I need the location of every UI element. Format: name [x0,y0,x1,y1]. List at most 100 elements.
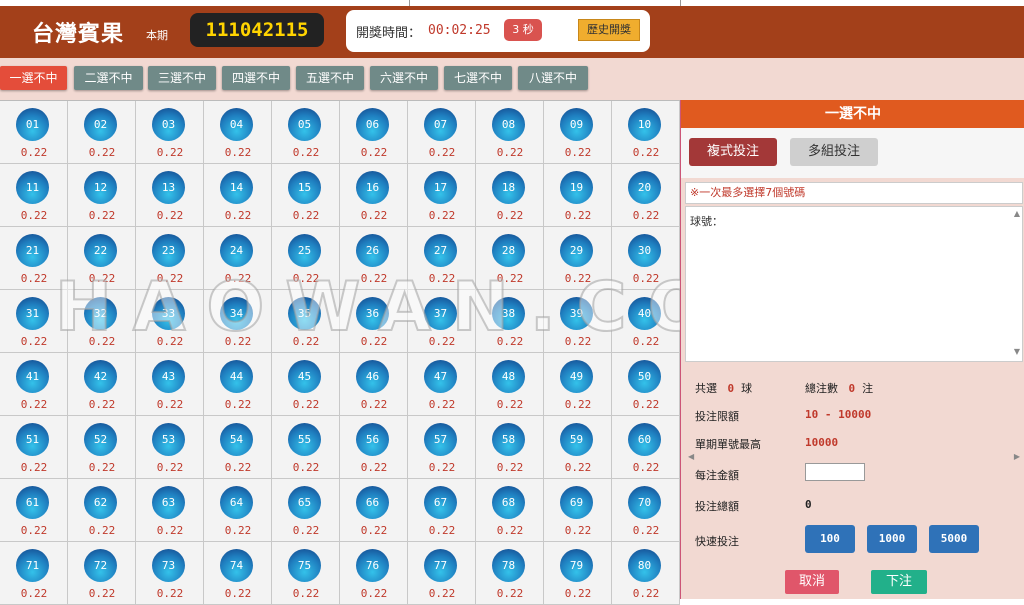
number-ball[interactable]: 54 [220,423,253,456]
number-cell[interactable]: 08 0.22 [476,101,544,164]
number-cell[interactable]: 39 0.22 [544,290,612,353]
number-cell[interactable]: 20 0.22 [612,164,680,227]
number-ball[interactable]: 50 [628,360,661,393]
number-ball[interactable]: 22 [84,234,117,267]
number-ball[interactable]: 08 [492,108,525,141]
number-cell[interactable]: 24 0.22 [204,227,272,290]
number-cell[interactable]: 07 0.22 [408,101,476,164]
number-ball[interactable]: 24 [220,234,253,267]
number-ball[interactable]: 44 [220,360,253,393]
number-cell[interactable]: 57 0.22 [408,416,476,479]
number-cell[interactable]: 19 0.22 [544,164,612,227]
number-cell[interactable]: 60 0.22 [612,416,680,479]
number-cell[interactable]: 69 0.22 [544,479,612,542]
number-ball[interactable]: 48 [492,360,525,393]
number-ball[interactable]: 78 [492,549,525,582]
number-cell[interactable]: 12 0.22 [68,164,136,227]
number-ball[interactable]: 64 [220,486,253,519]
number-ball[interactable]: 33 [152,297,185,330]
number-cell[interactable]: 32 0.22 [68,290,136,353]
number-ball[interactable]: 75 [288,549,321,582]
number-ball[interactable]: 74 [220,549,253,582]
number-ball[interactable]: 42 [84,360,117,393]
number-cell[interactable]: 78 0.22 [476,542,544,605]
number-ball[interactable]: 80 [628,549,661,582]
number-cell[interactable]: 46 0.22 [340,353,408,416]
number-ball[interactable]: 51 [16,423,49,456]
amount-input[interactable] [805,463,865,481]
number-ball[interactable]: 04 [220,108,253,141]
number-ball[interactable]: 56 [356,423,389,456]
number-cell[interactable]: 53 0.22 [136,416,204,479]
number-ball[interactable]: 57 [424,423,457,456]
number-ball[interactable]: 67 [424,486,457,519]
number-cell[interactable]: 63 0.22 [136,479,204,542]
number-cell[interactable]: 47 0.22 [408,353,476,416]
tab-8[interactable]: 八選不中 [518,66,588,90]
number-ball[interactable]: 25 [288,234,321,267]
number-cell[interactable]: 62 0.22 [68,479,136,542]
tab-3[interactable]: 三選不中 [148,66,216,90]
number-ball[interactable]: 62 [84,486,117,519]
number-cell[interactable]: 65 0.22 [272,479,340,542]
number-ball[interactable]: 68 [492,486,525,519]
number-cell[interactable]: 58 0.22 [476,416,544,479]
number-cell[interactable]: 40 0.22 [612,290,680,353]
number-cell[interactable]: 16 0.22 [340,164,408,227]
number-cell[interactable]: 15 0.22 [272,164,340,227]
number-ball[interactable]: 19 [560,171,593,204]
number-cell[interactable]: 04 0.22 [204,101,272,164]
number-ball[interactable]: 43 [152,360,185,393]
number-ball[interactable]: 71 [16,549,49,582]
number-cell[interactable]: 28 0.22 [476,227,544,290]
number-ball[interactable]: 35 [288,297,321,330]
number-ball[interactable]: 58 [492,423,525,456]
number-ball[interactable]: 39 [560,297,593,330]
selected-balls-area[interactable]: 球號： ▲ ▼ ◀ ▶ [685,206,1023,461]
number-cell[interactable]: 09 0.22 [544,101,612,164]
number-ball[interactable]: 23 [152,234,185,267]
number-ball[interactable]: 01 [16,108,49,141]
number-cell[interactable]: 38 0.22 [476,290,544,353]
number-ball[interactable]: 79 [560,549,593,582]
number-ball[interactable]: 69 [560,486,593,519]
number-ball[interactable]: 59 [560,423,593,456]
number-ball[interactable]: 53 [152,423,185,456]
number-cell[interactable]: 71 0.22 [0,542,68,605]
number-cell[interactable]: 21 0.22 [0,227,68,290]
number-cell[interactable]: 59 0.22 [544,416,612,479]
number-cell[interactable]: 66 0.22 [340,479,408,542]
number-cell[interactable]: 02 0.22 [68,101,136,164]
number-cell[interactable]: 48 0.22 [476,353,544,416]
number-cell[interactable]: 03 0.22 [136,101,204,164]
scroll-left-icon[interactable]: ◀ [688,452,694,461]
number-cell[interactable]: 23 0.22 [136,227,204,290]
number-ball[interactable]: 40 [628,297,661,330]
number-cell[interactable]: 49 0.22 [544,353,612,416]
number-cell[interactable]: 01 0.22 [0,101,68,164]
cancel-button[interactable]: 取消 [785,570,839,594]
number-cell[interactable]: 05 0.22 [272,101,340,164]
number-ball[interactable]: 55 [288,423,321,456]
number-ball[interactable]: 52 [84,423,117,456]
number-ball[interactable]: 76 [356,549,389,582]
number-cell[interactable]: 11 0.22 [0,164,68,227]
number-cell[interactable]: 45 0.22 [272,353,340,416]
number-cell[interactable]: 36 0.22 [340,290,408,353]
tab-4[interactable]: 四選不中 [222,66,290,90]
number-cell[interactable]: 75 0.22 [272,542,340,605]
number-cell[interactable]: 26 0.22 [340,227,408,290]
number-cell[interactable]: 61 0.22 [0,479,68,542]
quick-5000-button[interactable]: 5000 [929,525,979,553]
horizontal-scrollbar[interactable]: ◀ ▶ [686,452,1022,461]
number-cell[interactable]: 29 0.22 [544,227,612,290]
history-button[interactable]: 歷史開獎 [578,19,640,41]
number-cell[interactable]: 35 0.22 [272,290,340,353]
number-cell[interactable]: 43 0.22 [136,353,204,416]
number-ball[interactable]: 05 [288,108,321,141]
number-ball[interactable]: 16 [356,171,389,204]
number-cell[interactable]: 13 0.22 [136,164,204,227]
number-ball[interactable]: 60 [628,423,661,456]
number-ball[interactable]: 32 [84,297,117,330]
number-ball[interactable]: 07 [424,108,457,141]
